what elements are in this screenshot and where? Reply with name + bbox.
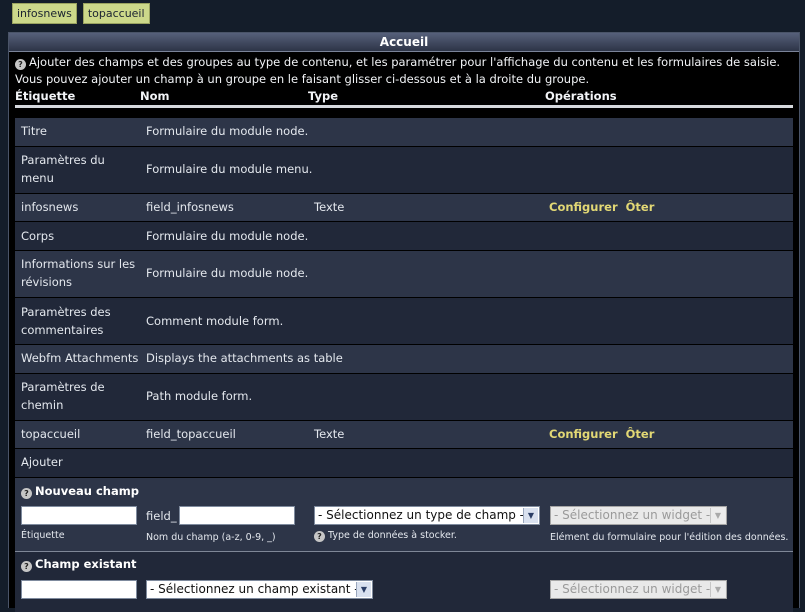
row-name: Formulaire du module node. [146, 266, 309, 280]
row-type: Texte [314, 200, 345, 214]
new-field-title: Nouveau champ [35, 484, 139, 498]
help-icon: ? [15, 59, 26, 70]
chevron-down-icon: ▼ [710, 582, 725, 597]
existing-field-select[interactable]: - Sélectionnez un champ existant - ▼ [146, 580, 373, 599]
panel-title: Accueil [9, 33, 799, 52]
chevron-down-icon: ▼ [523, 508, 538, 523]
table-row[interactable]: topaccueil field_topaccueil Texte Config… [15, 421, 793, 449]
row-name: Formulaire du module menu. [146, 162, 313, 176]
help-icon: ? [314, 531, 325, 542]
remove-link[interactable]: Ôter [626, 427, 655, 441]
help-icon: ? [21, 488, 32, 499]
existing-field-select-value: - Sélectionnez un champ existant - [150, 582, 359, 596]
new-field-row: ? Nouveau champ Étiquette field_ Nom du c… [15, 478, 793, 551]
help-icon: ? [21, 561, 32, 572]
row-name: field_topaccueil [146, 427, 236, 441]
existing-widget-select[interactable]: - Sélectionnez un widget - ▼ [550, 580, 727, 599]
tab-infosnews[interactable]: infosnews [12, 3, 77, 24]
col-type-header: Type [308, 89, 339, 103]
table-row[interactable]: Paramètres de chemin Path module form. [15, 374, 793, 421]
top-tabs: infosnews topaccueil [12, 3, 150, 24]
row-label: Webfm Attachments [21, 351, 139, 365]
col-label-header: Étiquette [15, 89, 76, 103]
field-type-help: Type de données à stocker. [328, 530, 457, 541]
add-row-header: Ajouter [15, 449, 793, 478]
row-label: Titre [21, 124, 47, 138]
table-row[interactable]: Paramètres des commentaires Comment modu… [15, 298, 793, 345]
help-line-1: Ajouter des champs et des groupes au typ… [29, 55, 781, 69]
row-label: Informations sur les révisions [21, 257, 136, 289]
widget-select-value: - Sélectionnez un widget - [554, 508, 711, 522]
existing-field-title: Champ existant [35, 557, 137, 571]
row-name: Path module form. [146, 389, 253, 403]
row-label: Paramètres de chemin [21, 380, 105, 412]
new-field-label-help: Étiquette [21, 530, 65, 541]
existing-field-label-input[interactable] [21, 580, 137, 599]
table-row[interactable]: Titre Formulaire du module node. [15, 118, 793, 147]
remove-link[interactable]: Ôter [626, 200, 655, 214]
existing-widget-select-value: - Sélectionnez un widget - [554, 582, 711, 596]
configure-link[interactable]: Configurer [549, 200, 618, 214]
field-type-select[interactable]: - Sélectionnez un type de champ - ▼ [314, 506, 540, 525]
help-line-2: Vous pouvez ajouter un champ à un groupe… [15, 72, 590, 86]
configure-link[interactable]: Configurer [549, 427, 618, 441]
row-name: field_infosnews [146, 200, 234, 214]
field-prefix: field_ [146, 509, 177, 523]
chevron-down-icon: ▼ [710, 508, 725, 523]
row-name: Comment module form. [146, 314, 284, 328]
row-label: topaccueil [21, 427, 81, 441]
row-label: Corps [21, 229, 55, 243]
table-row[interactable]: Webfm Attachments Displays the attachmen… [15, 345, 793, 374]
add-title: Ajouter [21, 455, 63, 469]
row-name: Displays the attachments as table [146, 351, 343, 365]
col-operations-header: Opérations [545, 89, 617, 103]
new-field-label-input[interactable] [21, 506, 137, 525]
row-name: Formulaire du module node. [146, 229, 309, 243]
row-label: infosnews [21, 200, 79, 214]
table-row[interactable]: Informations sur les révisions Formulair… [15, 251, 793, 298]
table-row[interactable]: infosnews field_infosnews Texte Configur… [15, 194, 793, 222]
help-text: ? Ajouter des champs et des groupes au ty… [9, 52, 799, 88]
existing-field-row: ? Champ existant - Sélectionnez un champ … [15, 552, 793, 612]
row-label: Paramètres des commentaires [21, 305, 111, 337]
fields-table: Titre Formulaire du module node. Paramèt… [15, 118, 793, 612]
row-type: Texte [314, 427, 345, 441]
table-row[interactable]: Corps Formulaire du module node. [15, 222, 793, 251]
table-header: Étiquette Nom Type Opérations [15, 88, 793, 108]
manage-fields-panel: Accueil ? Ajouter des champs et des group… [8, 32, 800, 612]
new-field-name-help: Nom du champ (a-z, 0-9, _) [146, 532, 276, 543]
widget-help: Elément du formulaire pour l'édition des… [550, 532, 789, 543]
row-label: Paramètres du menu [21, 153, 105, 185]
tab-topaccueil[interactable]: topaccueil [82, 3, 150, 24]
table-row[interactable]: Paramètres du menu Formulaire du module … [15, 147, 793, 194]
new-field-name-input[interactable] [179, 506, 295, 525]
chevron-down-icon: ▼ [356, 582, 371, 597]
widget-select[interactable]: - Sélectionnez un widget - ▼ [550, 506, 727, 525]
row-name: Formulaire du module node. [146, 124, 309, 138]
col-name-header: Nom [140, 89, 170, 103]
field-type-select-value: - Sélectionnez un type de champ - [318, 508, 525, 522]
